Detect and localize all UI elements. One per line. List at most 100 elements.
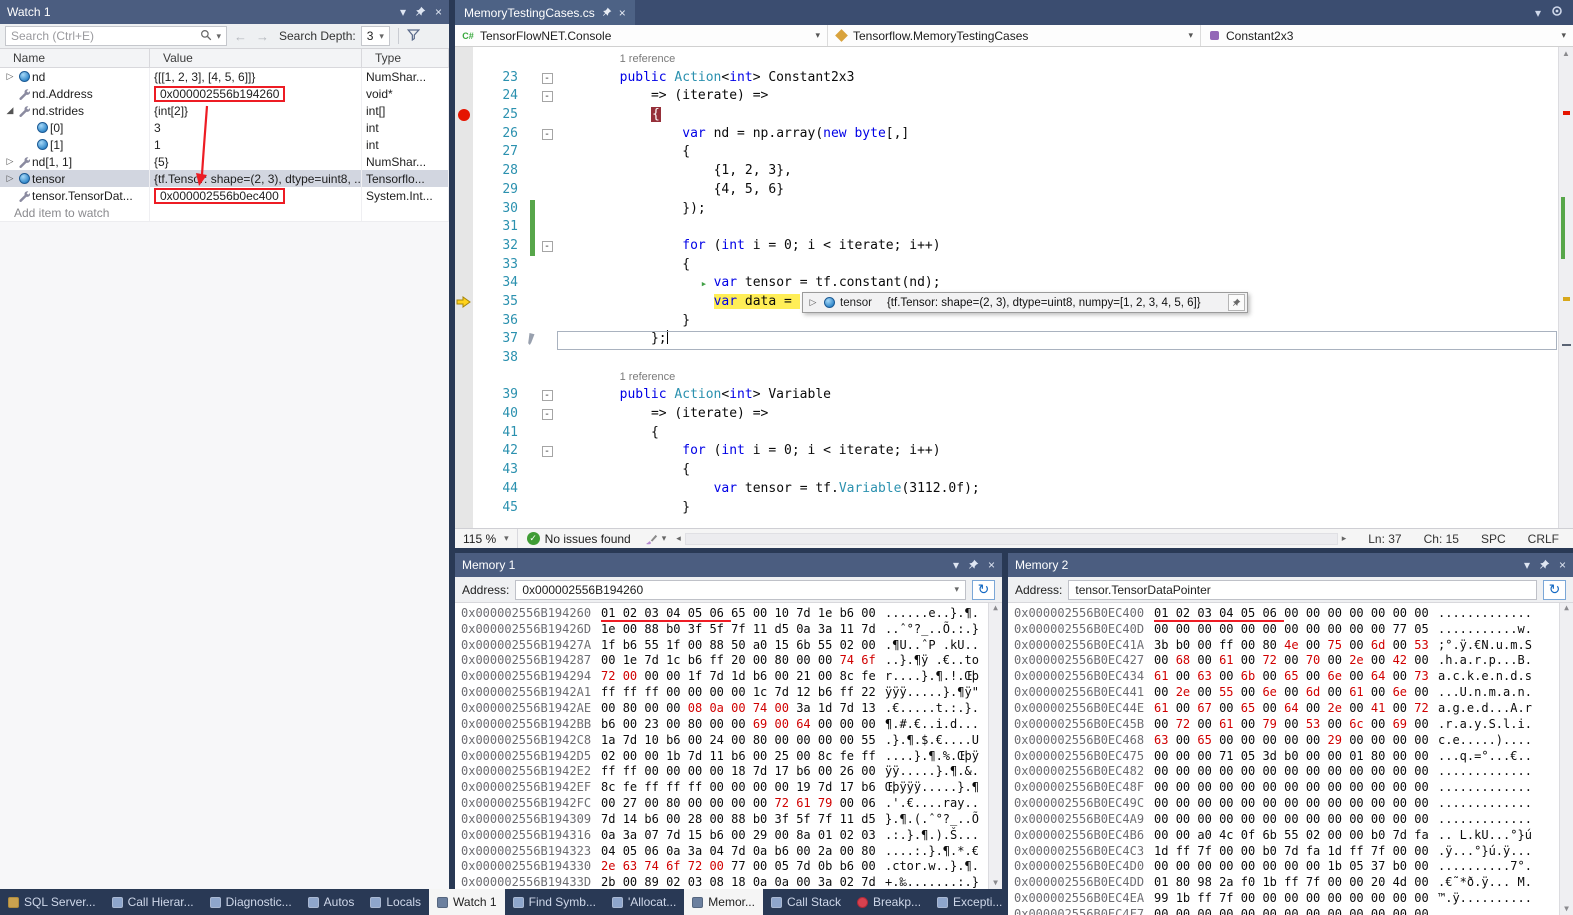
breakpoint-margin[interactable] bbox=[455, 143, 473, 162]
refresh-icon[interactable]: ↻ bbox=[972, 580, 995, 600]
memory-row[interactable]: 0x000002556B0EC44E61 00 67 00 65 00 64 0… bbox=[1014, 700, 1573, 716]
code-text[interactable]: { bbox=[557, 106, 661, 125]
breakpoint-margin[interactable] bbox=[455, 480, 473, 499]
memory-row[interactable]: 0x000002556B19426D1e 00 88 b0 3f 5f 7f 1… bbox=[461, 621, 1002, 637]
code-text[interactable]: 1 reference bbox=[557, 50, 675, 69]
code-row[interactable]: 40-=> (iterate) => bbox=[455, 405, 1573, 424]
memory-row[interactable]: 0x000002556B19427A1f b6 55 1f 00 88 50 a… bbox=[461, 637, 1002, 653]
memory-row[interactable]: 0x000002556B0EC40D00 00 00 00 00 00 00 0… bbox=[1014, 621, 1573, 637]
watch-value-cell[interactable]: 0x000002556b0ec400 bbox=[150, 187, 362, 204]
watch-row[interactable]: ◢nd.strides{int[2]}int[] bbox=[0, 102, 449, 119]
code-text[interactable]: for (int i = 0; i < iterate; i++) bbox=[557, 237, 941, 256]
breakpoint-margin[interactable] bbox=[455, 368, 473, 387]
taskbar-tab[interactable]: SQL Server... bbox=[0, 889, 104, 915]
breakpoint-margin[interactable] bbox=[455, 424, 473, 443]
breakpoint-margin[interactable] bbox=[455, 218, 473, 237]
watch-value-cell[interactable]: {tf.Tensor: shape=(2, 3), dtype=uint8, .… bbox=[150, 170, 362, 187]
memory-row[interactable]: 0x000002556B0EC4D000 00 00 00 00 00 00 0… bbox=[1014, 859, 1573, 875]
breakpoint-margin[interactable] bbox=[455, 125, 473, 144]
scroll-up-icon[interactable]: ▲ bbox=[1559, 47, 1573, 61]
memory1-address-input[interactable]: 0x000002556B194260 ▾ bbox=[515, 580, 966, 600]
taskbar-tab[interactable]: Locals bbox=[362, 889, 429, 915]
code-row[interactable]: 30}); bbox=[455, 200, 1573, 219]
code-text[interactable]: {4, 5, 6} bbox=[557, 181, 784, 200]
code-row[interactable]: 43{ bbox=[455, 461, 1573, 480]
memory-row[interactable]: 0x000002556B1942AE00 80 00 00 08 0a 00 7… bbox=[461, 700, 1002, 716]
watch-name-cell[interactable]: ▷nd[1, 1] bbox=[0, 153, 150, 170]
watch-row[interactable]: ▷nd{[[1, 2, 3], [4, 5, 6]]}NumShar... bbox=[0, 68, 449, 85]
fold-margin[interactable]: - bbox=[537, 390, 557, 401]
code-row[interactable]: 44var tensor = tf.Variable(3112.0f); bbox=[455, 480, 1573, 499]
code-text[interactable]: var tensor = tf.constant(nd);▸ bbox=[557, 274, 941, 293]
document-tab[interactable]: MemoryTestingCases.cs × bbox=[455, 0, 635, 25]
hscroll-left-icon[interactable]: ◂ bbox=[676, 533, 681, 544]
breakpoint-margin[interactable] bbox=[455, 162, 473, 181]
memory-row[interactable]: 0x000002556B1942D502 00 00 1b 7d 11 b6 0… bbox=[461, 748, 1002, 764]
code-row[interactable]: 24-=> (iterate) => bbox=[455, 87, 1573, 106]
taskbar-tab[interactable]: Call Stack bbox=[763, 889, 849, 915]
search-input[interactable]: Search (Ctrl+E) ▾ bbox=[5, 26, 227, 46]
code-row[interactable]: 37}; bbox=[455, 330, 1573, 349]
scroll-down-icon[interactable]: ▼ bbox=[1560, 904, 1573, 913]
fold-margin[interactable]: - bbox=[537, 241, 557, 252]
code-row[interactable]: 34var tensor = tf.constant(nd);▸ bbox=[455, 274, 1573, 293]
memory-row[interactable]: 0x000002556B0EC48F00 00 00 00 00 00 00 0… bbox=[1014, 779, 1573, 795]
breakpoint-margin[interactable] bbox=[455, 293, 473, 312]
memory2-address-input[interactable]: tensor.TensorDataPointer bbox=[1068, 580, 1537, 600]
memory1-titlebar[interactable]: Memory 1 ▾ × bbox=[455, 553, 1002, 577]
chevron-down-icon[interactable]: ▾ bbox=[954, 584, 959, 595]
memory-row[interactable]: 0x000002556B1942C81a 7d 10 b6 00 24 00 8… bbox=[461, 732, 1002, 748]
code-text[interactable]: => (iterate) => bbox=[557, 405, 768, 424]
memory-row[interactable]: 0x000002556B19428700 1e 7d 1c b6 ff 20 0… bbox=[461, 653, 1002, 669]
pin-icon[interactable] bbox=[1228, 294, 1245, 311]
watch-value-cell[interactable]: {5} bbox=[150, 153, 362, 170]
memory-row[interactable]: 0x000002556B0EC4EA99 1b ff 7f 00 00 00 0… bbox=[1014, 890, 1573, 906]
watch-name-cell[interactable]: tensor.TensorDat... bbox=[0, 187, 150, 204]
window-position-icon[interactable]: ▾ bbox=[400, 6, 406, 18]
watch-name-cell[interactable]: ▷nd bbox=[0, 68, 150, 85]
memory-row[interactable]: 0x000002556B0EC40001 02 03 04 05 06 00 0… bbox=[1014, 605, 1573, 621]
taskbar-tab[interactable]: Memor... bbox=[684, 889, 763, 915]
add-watch-row[interactable]: Add item to watch bbox=[0, 204, 449, 221]
class-dropdown[interactable]: Tensorflow.MemoryTestingCases ▾ bbox=[828, 25, 1201, 46]
search-depth-select[interactable]: 3 ▾ bbox=[361, 26, 390, 46]
member-dropdown[interactable]: Constant2x3 ▾ bbox=[1201, 25, 1573, 46]
fold-collapse-icon[interactable]: - bbox=[542, 91, 553, 102]
code-editor[interactable]: 1 reference23-public Action<int> Constan… bbox=[455, 47, 1573, 528]
memory-row[interactable]: 0x000002556B1942EF8c fe ff ff ff 00 00 0… bbox=[461, 779, 1002, 795]
code-row[interactable]: 36} bbox=[455, 312, 1573, 331]
hscroll-right-icon[interactable]: ▸ bbox=[1342, 533, 1347, 544]
taskbar-tab[interactable]: Breakp... bbox=[849, 889, 929, 915]
window-position-icon[interactable]: ▾ bbox=[1524, 559, 1530, 571]
breakpoint-margin[interactable] bbox=[455, 461, 473, 480]
memory-row[interactable]: 0x000002556B0EC49C00 00 00 00 00 00 00 0… bbox=[1014, 795, 1573, 811]
memory-row[interactable]: 0x000002556B0EC48200 00 00 00 00 00 00 0… bbox=[1014, 763, 1573, 779]
memory-row[interactable]: 0x000002556B1943302e 63 74 6f 72 00 77 0… bbox=[461, 859, 1002, 875]
code-text[interactable]: { bbox=[557, 256, 690, 275]
code-text[interactable]: => (iterate) => bbox=[557, 87, 768, 106]
memory-row[interactable]: 0x000002556B0EC4A900 00 00 00 00 00 00 0… bbox=[1014, 811, 1573, 827]
code-row[interactable]: 28{1, 2, 3}, bbox=[455, 162, 1573, 181]
code-text[interactable]: }; bbox=[557, 330, 668, 349]
memory-row[interactable]: 0x000002556B19426001 02 03 04 05 06 65 0… bbox=[461, 605, 1002, 621]
scroll-up-icon[interactable]: ▲ bbox=[993, 603, 998, 612]
code-row[interactable]: 32-for (int i = 0; i < iterate; i++) bbox=[455, 237, 1573, 256]
watch-name-cell[interactable]: nd.Address bbox=[0, 85, 150, 102]
watch-value-cell[interactable]: 0x000002556b194260 bbox=[150, 85, 362, 102]
code-row[interactable]: 41{ bbox=[455, 424, 1573, 443]
watch-value-cell[interactable]: {int[2]} bbox=[150, 102, 362, 119]
memory1-scrollbar[interactable]: ▲▼ bbox=[988, 603, 1002, 889]
close-icon[interactable]: × bbox=[1559, 559, 1566, 571]
fold-collapse-icon[interactable]: - bbox=[542, 241, 553, 252]
watch-name-cell[interactable]: ◢nd.strides bbox=[0, 102, 150, 119]
scroll-down-icon[interactable]: ▼ bbox=[989, 878, 1002, 887]
expand-arrow-icon[interactable]: ▷ bbox=[4, 156, 16, 167]
breakpoint-margin[interactable] bbox=[455, 312, 473, 331]
breakpoint-margin[interactable] bbox=[455, 274, 473, 293]
code-text[interactable]: var nd = np.array(new byte[,] bbox=[557, 125, 909, 144]
horizontal-scrollbar[interactable] bbox=[685, 533, 1338, 545]
code-text[interactable]: public Action<int> Constant2x3 bbox=[557, 69, 854, 88]
zoom-select[interactable]: 115 % ▾ bbox=[455, 529, 518, 548]
breakpoint-margin[interactable] bbox=[455, 106, 473, 125]
memory-row[interactable]: 0x000002556B1942E2ff ff 00 00 00 00 18 7… bbox=[461, 763, 1002, 779]
